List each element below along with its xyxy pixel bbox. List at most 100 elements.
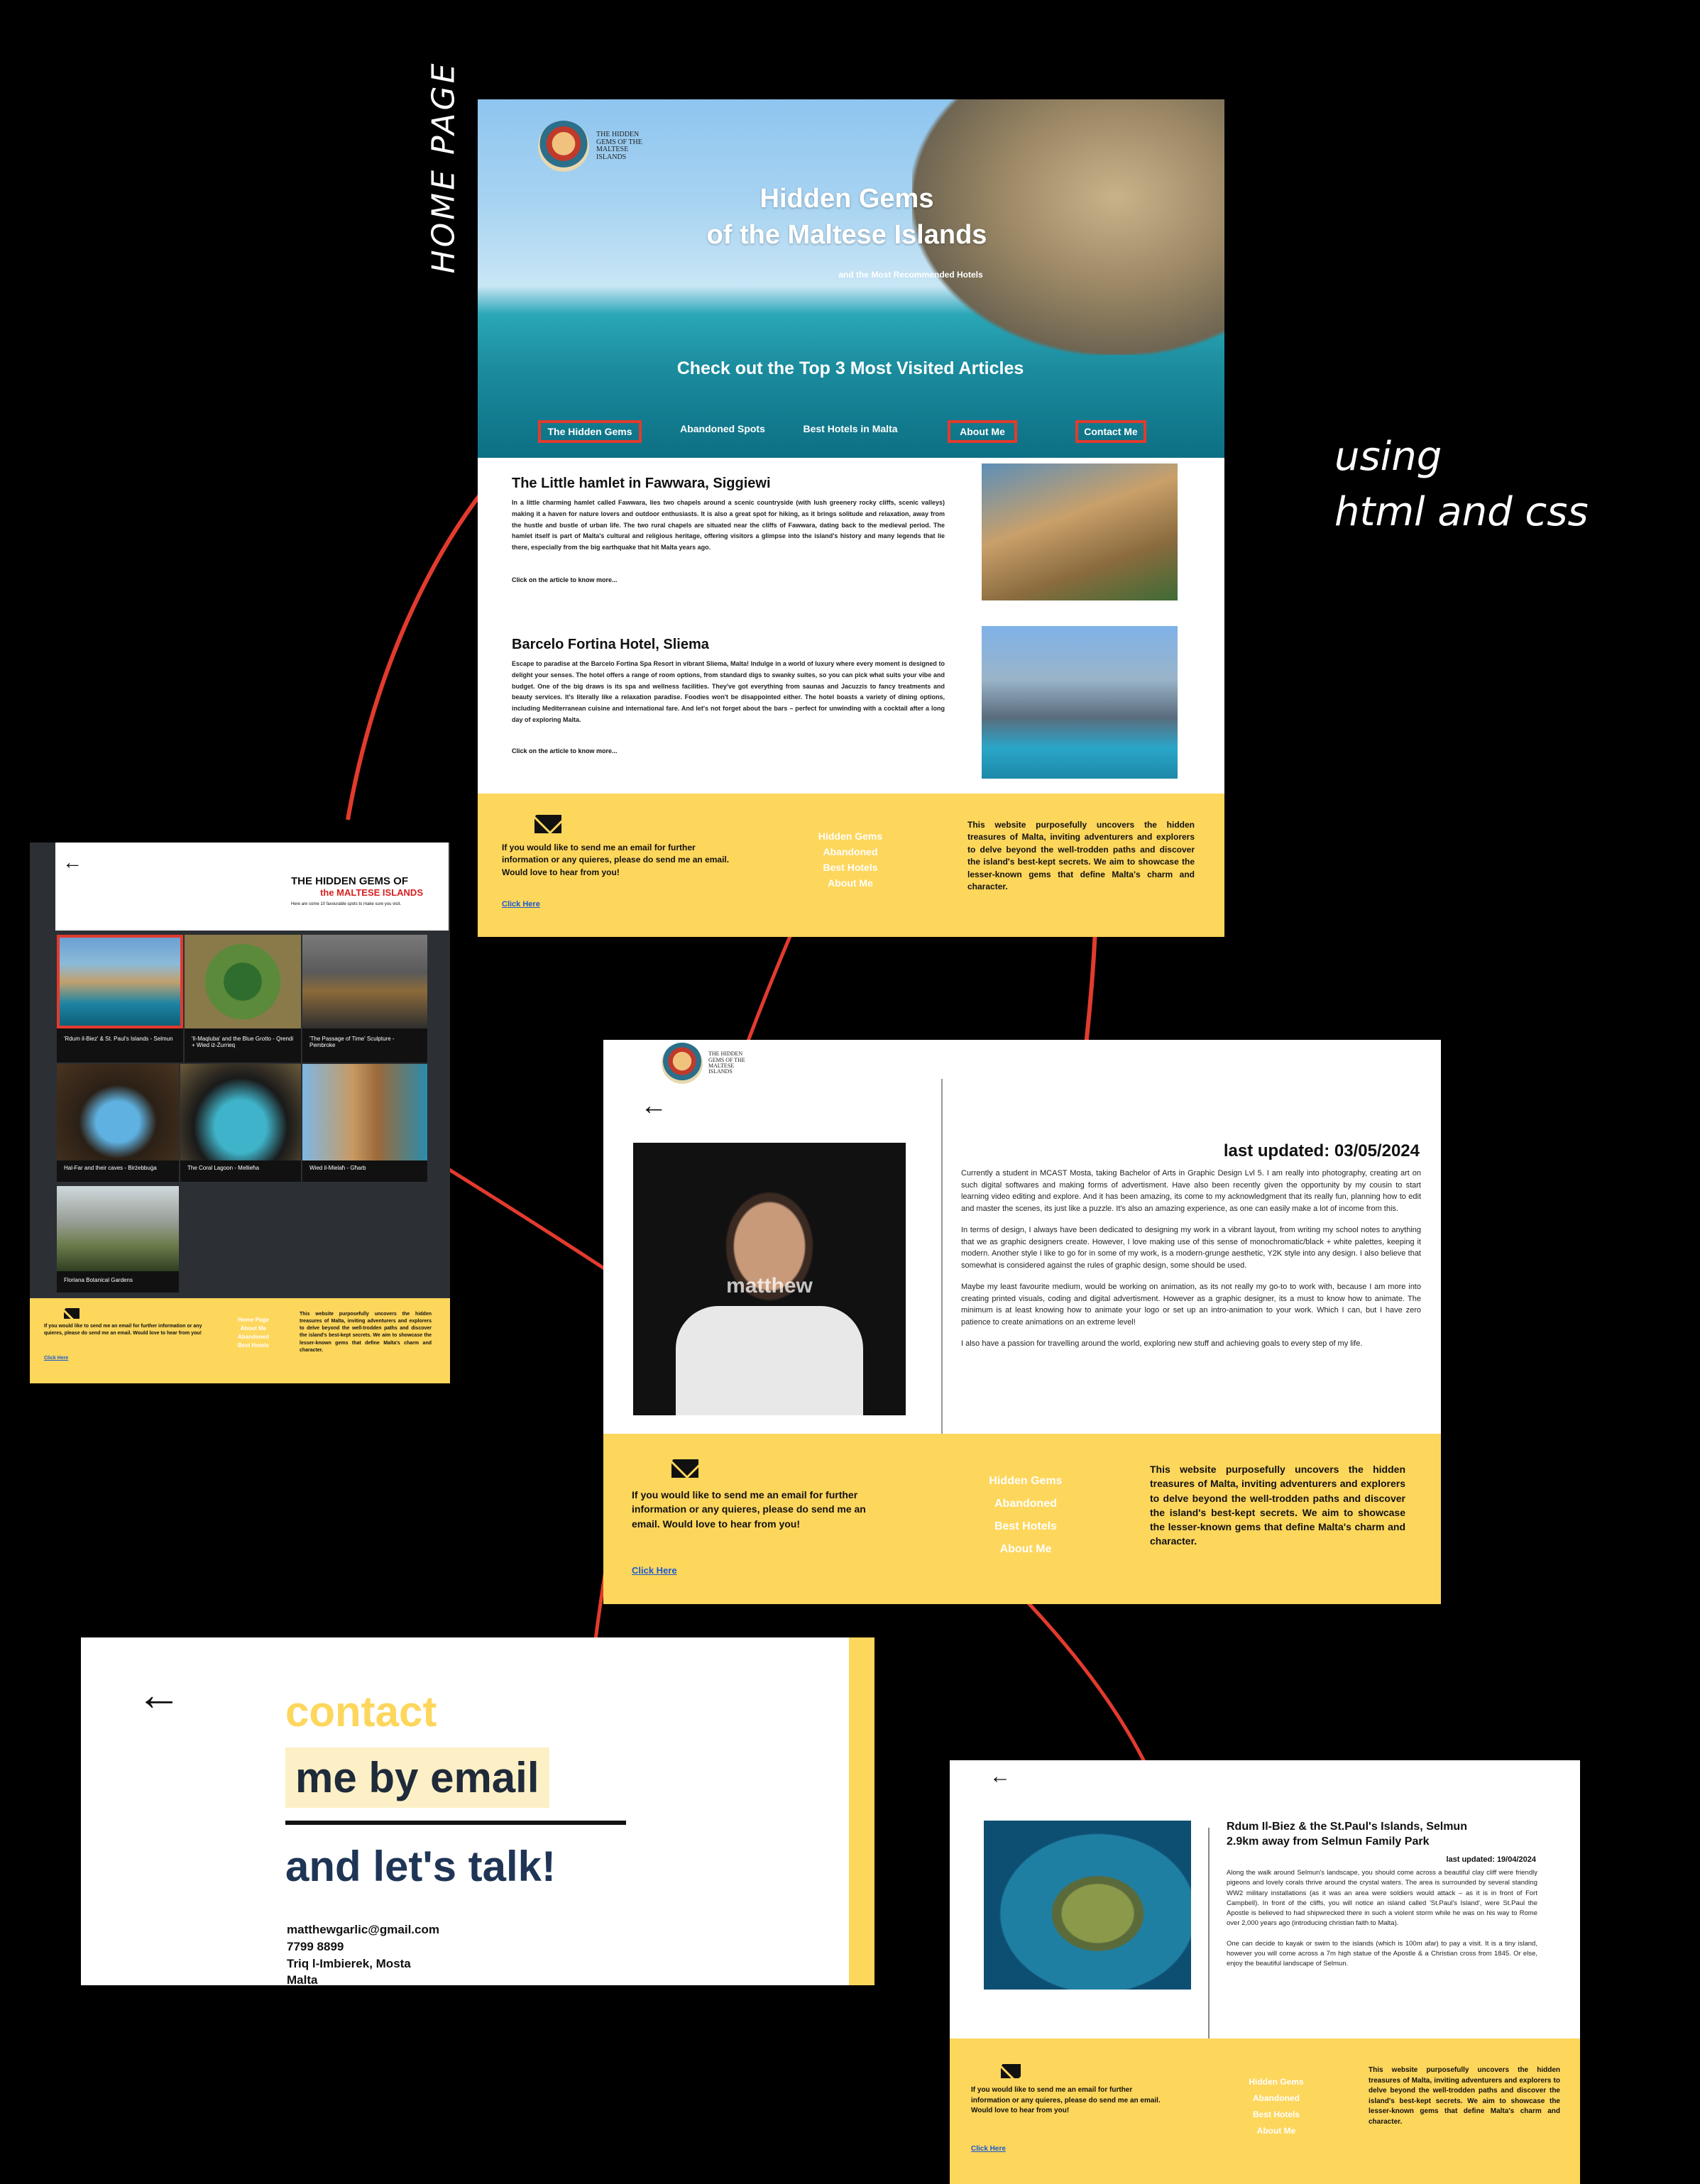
gem-card-label: 'Il-Maqluba' and the Blue Grotto - Qrend…	[192, 1036, 294, 1048]
footer-email-text: If you would like to send me an email fo…	[502, 843, 730, 877]
about-updated: last updated: 03/05/2024	[1223, 1141, 1420, 1160]
footer-click-here[interactable]: Click Here	[632, 1565, 901, 1576]
logo-wordmark: THE HIDDEN GEMS OF THE MALTESE ISLANDS	[708, 1050, 745, 1075]
footer-links: Home Page About Me Abandoned Best Hotels	[207, 1298, 300, 1383]
article-title: Rdum Il-Biez & the St.Paul's Islands, Se…	[1227, 1821, 1467, 1848]
hero-subtitle: and the Most Recommended Hotels	[838, 270, 983, 280]
article-2-more[interactable]: Click on the article to know more...	[512, 747, 945, 754]
back-arrow-icon[interactable]: ←	[989, 1765, 1011, 1789]
footer-email-text: If you would like to send me an email fo…	[971, 2086, 1161, 2114]
back-arrow-icon[interactable]: ←	[136, 1672, 182, 1717]
footer-link-hidden-gems[interactable]: Hidden Gems	[1184, 2077, 1369, 2087]
gem-card[interactable]: Wied il-Mielaħ - Għarb	[302, 1064, 427, 1182]
footer-links: Hidden Gems Abandoned Best Hotels About …	[901, 1434, 1150, 1604]
nav-contact-me[interactable]: Contact Me	[1075, 420, 1146, 443]
about-footer: If you would like to send me an email fo…	[603, 1434, 1441, 1604]
contact-underline	[285, 1821, 626, 1825]
gem-card-image	[57, 1186, 179, 1271]
contact-email[interactable]: matthewgarlic@gmail.com	[287, 1921, 439, 1938]
footer-link-abandoned[interactable]: Abandoned	[207, 1334, 300, 1340]
footer-link-best-hotels[interactable]: Best Hotels	[207, 1342, 300, 1349]
footer-link-hidden-gems[interactable]: Hidden Gems	[901, 1475, 1150, 1488]
footer-click-here[interactable]: Click Here	[971, 2145, 1184, 2153]
footer-click-here[interactable]: Click Here	[502, 900, 733, 909]
gem-card-label: The Coral Lagoon - Mellieħa	[187, 1165, 259, 1171]
gem-card-image	[57, 1064, 179, 1160]
back-arrow-icon[interactable]: ←	[640, 1091, 667, 1121]
footer-click-here[interactable]: Click Here	[44, 1356, 207, 1361]
footer-about-text: This website purposefully uncovers the h…	[1150, 1464, 1405, 1547]
contact-phone[interactable]: 7799 8899	[287, 1938, 439, 1955]
gem-card-image	[57, 935, 183, 1028]
hero: THE HIDDEN GEMS OF THE MALTESE ISLANDS Hidd…	[478, 99, 1224, 458]
using-line1: using	[1334, 434, 1442, 480]
article-1-image[interactable]	[982, 463, 1178, 600]
article-2-image[interactable]	[982, 626, 1178, 779]
footer-link-about-me[interactable]: About Me	[733, 877, 967, 889]
contact-side-bar	[849, 1637, 874, 1985]
mail-icon	[671, 1459, 698, 1478]
article-page: ← Rdum Il-Biez & the St.Paul's Islands, …	[950, 1760, 1580, 2184]
footer-links: Hidden Gems Abandoned Best Hotels About …	[1184, 2038, 1369, 2184]
footer-about-text: This website purposefully uncovers the h…	[300, 1312, 432, 1353]
footer-link-best-hotels[interactable]: Best Hotels	[733, 862, 967, 873]
gems-page: ← THE HIDDEN GEMS OF the MALTESE ISLANDS…	[30, 843, 450, 1383]
using-annotation: using html and css	[1334, 429, 1589, 541]
gem-card-label: Wied il-Mielaħ - Għarb	[309, 1165, 366, 1171]
main-nav: The Hidden Gems Abandoned Spots Best Hot…	[478, 420, 1224, 444]
gem-card[interactable]: The Coral Lagoon - Mellieħa	[180, 1064, 301, 1182]
gem-card[interactable]: Hal-Far and their caves - Birżebbuġa	[57, 1064, 179, 1182]
gems-footer: If you would like to send me an email fo…	[30, 1298, 450, 1383]
hero-cta[interactable]: Check out the Top 3 Most Visited Article…	[620, 358, 1081, 379]
article-1-more[interactable]: Click on the article to know more...	[512, 576, 945, 583]
footer-link-abandoned[interactable]: Abandoned	[1184, 2093, 1369, 2103]
article-image	[984, 1821, 1191, 1990]
footer-link-home[interactable]: Home Page	[207, 1317, 300, 1323]
gem-card[interactable]: 'Rdum il-Biez' & St. Paul's Islands - Se…	[57, 935, 183, 1063]
nav-best-hotels[interactable]: Best Hotels in Malta	[790, 423, 911, 434]
footer-link-about-me[interactable]: About Me	[1184, 2126, 1369, 2136]
footer-link-about-me[interactable]: About Me	[901, 1543, 1150, 1556]
about-logo: THE HIDDEN GEMS OF THE MALTESE ISLANDS	[662, 1043, 745, 1084]
home-page: THE HIDDEN GEMS OF THE MALTESE ISLANDS Hidd…	[478, 99, 1224, 937]
article-1[interactable]: The Little hamlet in Fawwara, Siggiewi I…	[512, 476, 945, 583]
footer-link-abandoned[interactable]: Abandoned	[733, 846, 967, 857]
back-arrow-icon[interactable]: ←	[62, 851, 82, 874]
profile-photo-name: matthew	[726, 1274, 813, 1297]
nav-hidden-gems[interactable]: The Hidden Gems	[538, 420, 642, 443]
nav-about-me[interactable]: About Me	[948, 420, 1017, 443]
logo-wordmark: THE HIDDEN GEMS OF THE MALTESE ISLANDS	[596, 131, 642, 161]
divider-line	[941, 1079, 943, 1473]
gem-card[interactable]: 'The Passage of Time' Sculpture - Pembro…	[302, 935, 427, 1063]
about-paragraph: I also have a passion for travelling aro…	[961, 1339, 1363, 1348]
footer-link-best-hotels[interactable]: Best Hotels	[1184, 2109, 1369, 2119]
article-2-body: Escape to paradise at the Barcelo Fortin…	[512, 660, 945, 723]
gem-card-label: Hal-Far and their caves - Birżebbuġa	[64, 1165, 157, 1171]
profile-photo: matthew	[633, 1143, 906, 1415]
article-updated: last updated: 19/04/2024	[1446, 1855, 1536, 1864]
gem-card-image	[185, 935, 301, 1028]
using-line2: html and css	[1334, 489, 1589, 536]
article-paragraph: Along the walk around Selmun's landscape…	[1227, 1869, 1537, 1928]
footer-link-abandoned[interactable]: Abandoned	[901, 1498, 1150, 1510]
contact-page: ← contact me by email and let's talk! ma…	[81, 1637, 874, 1985]
article-2-title: Barcelo Fortina Hotel, Sliema	[512, 637, 709, 652]
mail-icon	[534, 815, 561, 833]
mail-icon	[64, 1308, 79, 1319]
article-paragraph: One can decide to kayak or swim to the i…	[1227, 1939, 1537, 1968]
footer-link-best-hotels[interactable]: Best Hotels	[901, 1520, 1150, 1533]
gem-card[interactable]: 'Il-Maqluba' and the Blue Grotto - Qrend…	[185, 935, 301, 1063]
gem-card-image	[302, 1064, 427, 1160]
article-divider	[1208, 1828, 1210, 2041]
contact-heading-1: contact	[285, 1688, 437, 1735]
mail-icon	[1001, 2064, 1021, 2078]
gem-card-label: Floriana Botanical Gardens	[64, 1277, 133, 1283]
footer-link-about-me[interactable]: About Me	[207, 1325, 300, 1332]
nav-abandoned-spots[interactable]: Abandoned Spots	[669, 423, 776, 434]
article-1-title: The Little hamlet in Fawwara, Siggiewi	[512, 476, 771, 491]
gems-subtitle: Here are some 10 favourable spots to mak…	[291, 902, 402, 906]
article-2[interactable]: Barcelo Fortina Hotel, Sliema Escape to …	[512, 637, 945, 754]
gem-card[interactable]: Floriana Botanical Gardens	[57, 1186, 179, 1293]
about-paragraph: Currently a student in MCAST Mosta, taki…	[961, 1169, 1421, 1213]
footer-link-hidden-gems[interactable]: Hidden Gems	[733, 830, 967, 842]
